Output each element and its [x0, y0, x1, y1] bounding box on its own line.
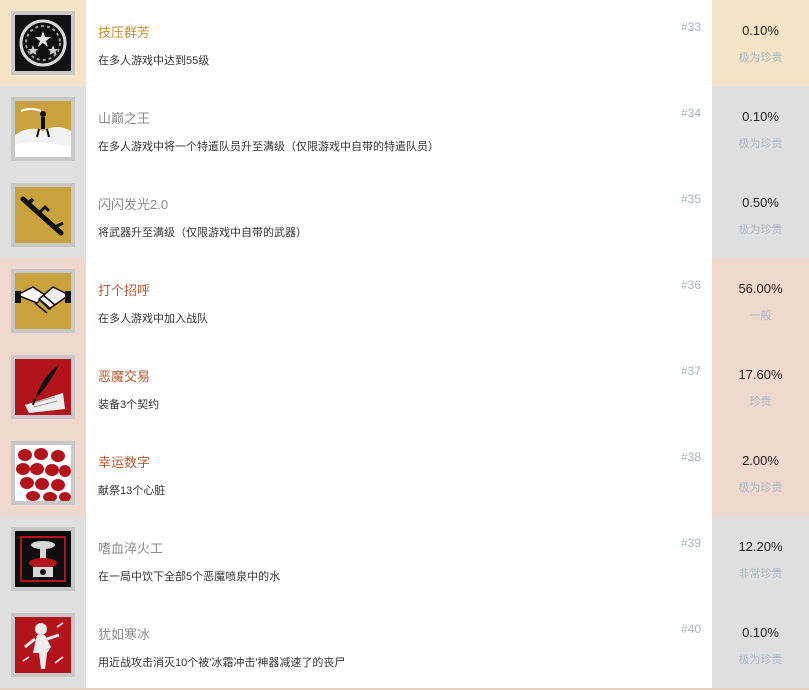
trophy-icon-cell	[0, 258, 86, 344]
trophy-description: 在多人游戏中将一个特遣队员升至满级（仅限游戏中自带的特遣队员）	[98, 141, 439, 153]
trophy-number: #39	[680, 536, 701, 550]
trophy-main: 闪闪发光2.0 将武器升至满级（仅限游戏中自带的武器） #35	[86, 172, 712, 258]
trophy-percent: 0.10%	[742, 23, 779, 38]
trophy-row[interactable]: 闪闪发光2.0 将武器升至满级（仅限游戏中自带的武器） #35 0.50% 极为…	[0, 172, 809, 258]
trophy-stats: 0.50% 极为珍贵	[712, 172, 809, 258]
trophy-description: 在多人游戏中达到55级	[98, 55, 210, 67]
trophy-percent: 56.00%	[738, 281, 783, 296]
trophy-number: #34	[680, 106, 701, 120]
frozen-zombie-icon	[15, 617, 71, 673]
trophy-icon-cell	[0, 516, 86, 602]
trophy-row[interactable]: 山巅之王 在多人游戏中将一个特遣队员升至满级（仅限游戏中自带的特遣队员） #34…	[0, 86, 809, 172]
trophy-description: 献祭13个心脏	[98, 485, 166, 497]
trophy-title[interactable]: 幸运数字	[98, 452, 150, 471]
trophy-rarity: 极为珍贵	[738, 654, 783, 666]
trophy-rarity: 极为珍贵	[738, 224, 783, 236]
trophy-row[interactable]: 打个招呼 在多人游戏中加入战队 #36 56.00% 一般	[0, 258, 809, 344]
trophy-description: 装备3个契约	[98, 399, 160, 411]
trophy-list: 技压群芳 在多人游戏中达到55级 #33 0.10% 极为珍贵 山巅之王 在多人…	[0, 0, 809, 690]
trophy-percent: 2.00%	[742, 453, 779, 468]
laurel-wreath-icon	[15, 15, 71, 71]
trophy-title[interactable]: 山巅之王	[98, 108, 150, 127]
trophy-stats: 17.60% 珍贵	[712, 344, 809, 430]
trophy-icon-cell	[0, 344, 86, 430]
trophy-stats: 0.10% 极为珍贵	[712, 0, 809, 86]
trophy-description: 在多人游戏中加入战队	[98, 313, 208, 325]
trophy-percent: 12.20%	[738, 539, 783, 554]
quill-contract-icon	[15, 359, 71, 415]
trophy-icon-cell	[0, 0, 86, 86]
trophy-title[interactable]: 嗜血淬火工	[98, 538, 163, 557]
trophy-rarity: 极为珍贵	[738, 482, 783, 494]
rifle-icon	[15, 187, 71, 243]
trophy-rarity: 极为珍贵	[738, 52, 783, 64]
hill-silhouette-icon	[15, 101, 71, 157]
trophy-icon-cell	[0, 172, 86, 258]
trophy-stats: 12.20% 非常珍贵	[712, 516, 809, 602]
trophy-title[interactable]: 闪闪发光2.0	[98, 194, 168, 213]
trophy-main: 山巅之王 在多人游戏中将一个特遣队员升至满级（仅限游戏中自带的特遣队员） #34	[86, 86, 712, 172]
trophy-rarity: 一般	[749, 310, 772, 322]
trophy-stats: 0.10% 极为珍贵	[712, 86, 809, 172]
trophy-row[interactable]: 幸运数字 献祭13个心脏 #38 2.00% 极为珍贵	[0, 430, 809, 516]
trophy-percent: 0.10%	[742, 109, 779, 124]
trophy-description: 在一局中饮下全部5个恶魔喷泉中的水	[98, 571, 281, 583]
trophy-icon-cell	[0, 430, 86, 516]
trophy-main: 恶魔交易 装备3个契约 #37	[86, 344, 712, 430]
trophy-number: #38	[680, 450, 701, 464]
trophy-number: #37	[680, 364, 701, 378]
trophy-number: #40	[680, 622, 701, 636]
trophy-percent: 17.60%	[738, 367, 783, 382]
trophy-title[interactable]: 恶魔交易	[98, 366, 150, 385]
trophy-icon-cell	[0, 86, 86, 172]
trophy-main: 幸运数字 献祭13个心脏 #38	[86, 430, 712, 516]
trophy-stats: 56.00% 一般	[712, 258, 809, 344]
trophy-main: 技压群芳 在多人游戏中达到55级 #33	[86, 0, 712, 86]
trophy-stats: 0.10% 极为珍贵	[712, 602, 809, 688]
fountain-icon	[15, 531, 71, 587]
trophy-row[interactable]: 嗜血淬火工 在一局中饮下全部5个恶魔喷泉中的水 #39 12.20% 非常珍贵	[0, 516, 809, 602]
trophy-rarity: 珍贵	[749, 396, 772, 408]
trophy-number: #36	[680, 278, 701, 292]
trophy-icon-cell	[0, 602, 86, 688]
trophy-title[interactable]: 打个招呼	[98, 280, 150, 299]
trophy-stats: 2.00% 极为珍贵	[712, 430, 809, 516]
trophy-percent: 0.50%	[742, 195, 779, 210]
trophy-main: 嗜血淬火工 在一局中饮下全部5个恶魔喷泉中的水 #39	[86, 516, 712, 602]
trophy-main: 犹如寒冰 用近战攻击消灭10个被'冰霜冲击'神器减速了的丧尸 #40	[86, 602, 712, 688]
trophy-description: 用近战攻击消灭10个被'冰霜冲击'神器减速了的丧尸	[98, 657, 346, 669]
trophy-percent: 0.10%	[742, 625, 779, 640]
trophy-row[interactable]: 犹如寒冰 用近战攻击消灭10个被'冰霜冲击'神器减速了的丧尸 #40 0.10%…	[0, 602, 809, 688]
trophy-number: #33	[680, 20, 701, 34]
trophy-description: 将武器升至满级（仅限游戏中自带的武器）	[98, 227, 307, 239]
trophy-rarity: 非常珍贵	[738, 568, 783, 580]
trophy-title[interactable]: 技压群芳	[98, 22, 150, 41]
trophy-row[interactable]: 技压群芳 在多人游戏中达到55级 #33 0.10% 极为珍贵	[0, 0, 809, 86]
trophy-number: #35	[680, 192, 701, 206]
handshake-icon	[15, 273, 71, 329]
trophy-row[interactable]: 恶魔交易 装备3个契约 #37 17.60% 珍贵	[0, 344, 809, 430]
trophy-rarity: 极为珍贵	[738, 138, 783, 150]
trophy-main: 打个招呼 在多人游戏中加入战队 #36	[86, 258, 712, 344]
trophy-title[interactable]: 犹如寒冰	[98, 624, 150, 643]
hearts-icon	[15, 445, 71, 501]
